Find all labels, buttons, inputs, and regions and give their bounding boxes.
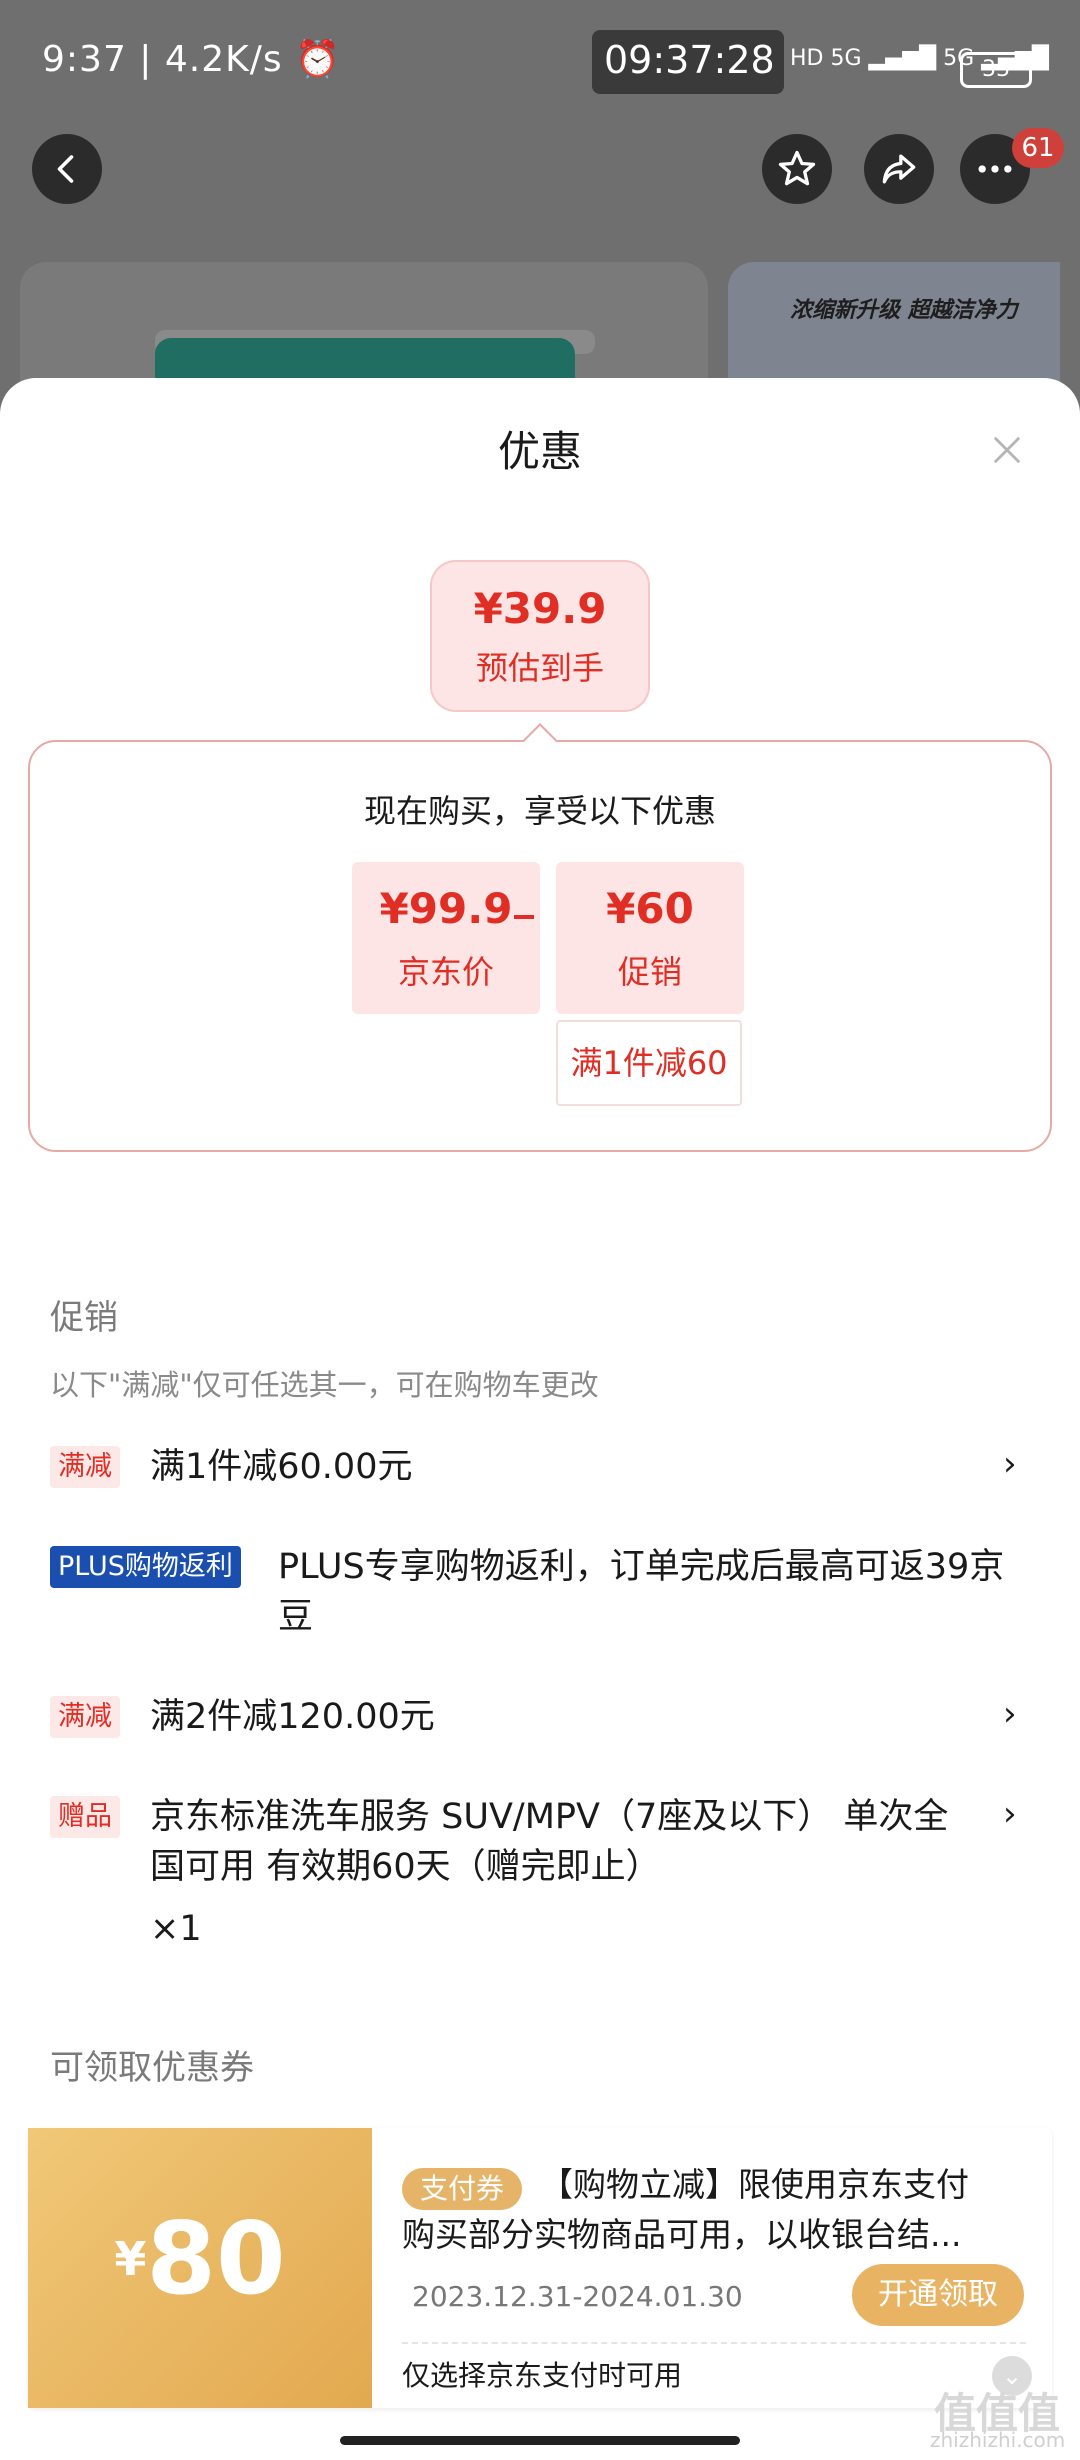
product-banner-text: 浓缩新升级 超越洁净力 <box>790 298 1018 323</box>
coupons-title: 可领取优惠券 <box>50 2048 254 2088</box>
coupon-currency: ¥ <box>114 2232 147 2286</box>
home-indicator[interactable] <box>340 2436 740 2445</box>
coupon-note: 仅选择京东支付时可用 <box>402 2359 683 2392</box>
estimated-price: ¥39.9 <box>473 584 607 633</box>
clock-text: 09:37:28 <box>604 38 775 82</box>
battery-level: 33 <box>982 57 1010 82</box>
minus-sign <box>514 915 534 919</box>
chevron-right-icon[interactable]: › <box>1003 1694 1017 1734</box>
share-button[interactable] <box>864 134 934 204</box>
estimated-price-label: 预估到手 <box>475 649 604 687</box>
jd-price-label: 京东价 <box>397 953 494 991</box>
gift-item-text[interactable]: 京东标准洗车服务 SUV/MPV（7座及以下） 单次全国可用 有效期60天（赠完… <box>150 1792 950 1892</box>
promo-label: 促销 <box>617 953 682 991</box>
promo-value: ¥60 <box>606 884 694 933</box>
promo-item-text[interactable]: 满1件减60.00元 <box>150 1442 412 1492</box>
jd-price-tile: ¥99.9 京东价 <box>352 862 540 1014</box>
promotions-subtitle: 以下"满减"仅可任选其一，可在购物车更改 <box>50 1368 599 1402</box>
estimated-price-box: ¥39.9 预估到手 <box>430 560 650 712</box>
battery-icon: 33 <box>960 52 1032 88</box>
status-bar-left: 9:37 | 4.2K/s ⏰ <box>42 39 341 80</box>
gift-tag: 赠品 <box>50 1796 120 1838</box>
more-dots-icon <box>978 165 1012 173</box>
promo-tile: ¥60 促销 <box>556 862 744 1014</box>
share-icon <box>882 154 916 184</box>
close-button[interactable] <box>990 424 1024 478</box>
coupon-date-range: 2023.12.31-2024.01.30 <box>412 2280 743 2313</box>
jd-price-value: ¥99.9 <box>379 884 513 933</box>
back-button[interactable] <box>32 134 102 204</box>
plus-tag: PLUS购物返利 <box>50 1546 241 1588</box>
close-icon <box>994 437 1020 463</box>
promotions-title: 促销 <box>50 1298 118 1338</box>
gift-quantity: ×1 <box>150 1909 202 1949</box>
breakdown-heading: 现在购买，享受以下优惠 <box>363 792 716 830</box>
chevron-right-icon[interactable]: › <box>1003 1444 1017 1484</box>
claim-coupon-button[interactable]: 开通领取 <box>852 2264 1024 2326</box>
promo-rule: 满1件减60 <box>556 1020 742 1106</box>
star-icon <box>778 150 816 186</box>
coupon-value: 80 <box>146 2200 286 2317</box>
promo-item-text[interactable]: 满2件减120.00元 <box>150 1692 435 1742</box>
favorite-button[interactable] <box>762 134 832 204</box>
promo-tag: 满减 <box>50 1446 120 1488</box>
chevron-left-icon <box>57 155 74 183</box>
payment-coupon-tag: 支付券 <box>402 2168 523 2210</box>
plus-rebate-text: PLUS专享购物返利，订单完成后最高可返39京豆 <box>278 1547 1005 1637</box>
sheet-title: 优惠 <box>497 427 582 476</box>
chevron-right-icon[interactable]: › <box>1003 1794 1017 1834</box>
coupon-divider <box>402 2342 1026 2344</box>
coupon-amount: ¥80 <box>28 2200 372 2317</box>
promo-tag: 满减 <box>50 1696 120 1738</box>
watermark-url: zhizhizhi.com <box>930 2428 1066 2452</box>
notification-badge: 61 <box>1012 128 1064 168</box>
